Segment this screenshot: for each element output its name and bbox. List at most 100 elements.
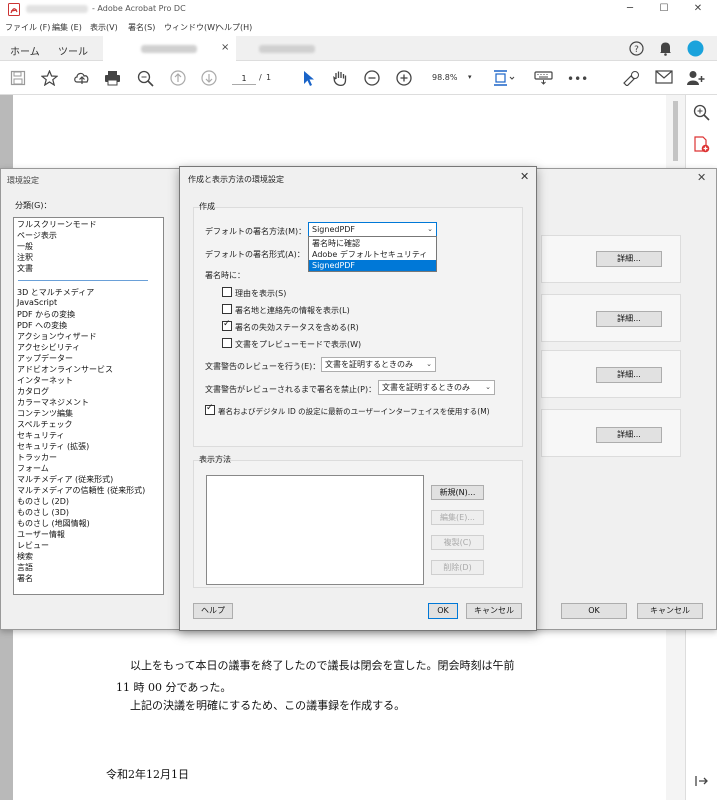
zoom-out-icon[interactable] bbox=[364, 70, 380, 86]
more-tools-icon[interactable]: ••• bbox=[567, 72, 588, 86]
category-item[interactable]: アップデーター bbox=[17, 353, 73, 364]
show-location-checkbox[interactable] bbox=[222, 304, 232, 314]
bookmark-star-icon[interactable] bbox=[41, 70, 58, 86]
category-item[interactable]: 3D とマルチメディア bbox=[17, 287, 94, 298]
menu-window[interactable]: ウィンドウ(W) bbox=[164, 22, 218, 33]
appearance-list[interactable] bbox=[206, 475, 424, 585]
category-item[interactable]: 言語 bbox=[17, 562, 33, 573]
tab-document-active[interactable]: × bbox=[103, 36, 236, 61]
category-item[interactable]: アクセシビリティ bbox=[17, 342, 80, 353]
category-item[interactable]: ページ表示 bbox=[17, 230, 57, 241]
export-pdf-icon[interactable] bbox=[693, 136, 710, 153]
next-page-icon[interactable] bbox=[201, 70, 217, 86]
print-icon[interactable] bbox=[104, 70, 121, 86]
category-item[interactable]: ものさし (3D) bbox=[17, 507, 69, 518]
help-icon[interactable]: ? bbox=[629, 41, 644, 56]
category-item[interactable]: レビュー bbox=[17, 540, 49, 551]
zoom-dropdown-icon[interactable]: ▾ bbox=[468, 73, 472, 81]
maximize-button[interactable]: ☐ bbox=[648, 0, 680, 19]
preferences-close-button[interactable]: ✕ bbox=[697, 171, 706, 184]
category-item[interactable]: フルスクリーンモード bbox=[17, 219, 97, 230]
include-revocation-checkbox[interactable]: ✓ bbox=[222, 319, 232, 331]
add-user-icon[interactable] bbox=[687, 70, 705, 86]
preview-mode-checkbox[interactable] bbox=[222, 338, 232, 348]
category-item[interactable]: アドビオンラインサービス bbox=[17, 364, 113, 375]
copy-appearance-button[interactable]: 複製(C) bbox=[431, 535, 484, 550]
dialog-close-button[interactable]: ✕ bbox=[520, 170, 529, 183]
account-avatar[interactable] bbox=[687, 40, 704, 57]
dropdown-option-selected[interactable]: SignedPDF bbox=[309, 260, 436, 271]
sign-pen-icon[interactable] bbox=[622, 70, 640, 86]
zoom-find-icon[interactable] bbox=[693, 104, 710, 121]
category-item[interactable]: セキュリティ bbox=[17, 430, 65, 441]
minimize-button[interactable]: ─ bbox=[614, 0, 646, 19]
category-item[interactable]: 検索 bbox=[17, 551, 33, 562]
menu-help[interactable]: ヘルプ(H) bbox=[216, 22, 252, 33]
edit-appearance-button[interactable]: 編集(E)... bbox=[431, 510, 484, 525]
show-reason-checkbox[interactable] bbox=[222, 287, 232, 297]
menu-sign[interactable]: 署名(S) bbox=[128, 22, 155, 33]
category-item[interactable]: カタログ bbox=[17, 386, 49, 397]
save-icon[interactable] bbox=[10, 70, 26, 86]
detail-button[interactable]: 詳細... bbox=[596, 367, 662, 383]
menu-edit[interactable]: 編集 (E) bbox=[52, 22, 82, 33]
category-item[interactable]: インターネット bbox=[17, 375, 73, 386]
category-list[interactable]: フルスクリーンモード ページ表示 一般 注釈 文書 3D とマルチメディア Ja… bbox=[13, 217, 164, 595]
category-item[interactable]: 文書 bbox=[17, 263, 33, 274]
category-item[interactable]: ものさし (2D) bbox=[17, 496, 69, 507]
category-scrollbar[interactable]: ⌃ ⌄ bbox=[163, 219, 164, 595]
category-item[interactable]: マルチメディアの信頼性 (従来形式) bbox=[17, 485, 145, 496]
category-item[interactable]: 署名 bbox=[17, 573, 33, 584]
category-item[interactable]: PDF への変換 bbox=[17, 320, 67, 331]
category-item[interactable]: ユーザー情報 bbox=[17, 529, 65, 540]
category-item[interactable]: トラッカー bbox=[17, 452, 57, 463]
fit-page-icon[interactable] bbox=[493, 70, 515, 86]
category-item[interactable]: JavaScript bbox=[17, 298, 57, 307]
preferences-ok-button[interactable]: OK bbox=[561, 603, 627, 619]
signature-method-dropdown[interactable]: 署名時に確認 Adobe デフォルトセキュリティ SignedPDF bbox=[308, 236, 437, 272]
zoom-search-icon[interactable] bbox=[137, 70, 154, 87]
prevent-signing-select[interactable]: 文書を証明するときのみ ⌄ bbox=[378, 380, 495, 395]
tab-document-2[interactable] bbox=[237, 36, 373, 61]
cancel-button[interactable]: キャンセル bbox=[466, 603, 522, 619]
tab-tools[interactable]: ツール bbox=[58, 43, 88, 58]
category-item[interactable]: アクションウィザード bbox=[17, 331, 97, 342]
email-icon[interactable] bbox=[655, 70, 673, 84]
category-item[interactable]: フォーム bbox=[17, 463, 49, 474]
delete-appearance-button[interactable]: 削除(D) bbox=[431, 560, 484, 575]
category-item[interactable]: スペルチェック bbox=[17, 419, 72, 430]
detail-button[interactable]: 詳細... bbox=[596, 251, 662, 267]
category-item[interactable]: カラーマネジメント bbox=[17, 397, 89, 408]
category-item[interactable]: 注釈 bbox=[17, 252, 33, 263]
expand-panel-icon[interactable] bbox=[695, 775, 709, 787]
category-item[interactable]: コンテンツ編集 bbox=[17, 408, 73, 419]
window-close-button[interactable]: ✕ bbox=[682, 0, 714, 19]
keyboard-icon[interactable] bbox=[534, 70, 553, 86]
detail-button[interactable]: 詳細... bbox=[596, 427, 662, 443]
category-item[interactable]: マルチメディア (従来形式) bbox=[17, 474, 113, 485]
zoom-in-icon[interactable] bbox=[396, 70, 412, 86]
preferences-cancel-button[interactable]: キャンセル bbox=[637, 603, 703, 619]
dropdown-option[interactable]: Adobe デフォルトセキュリティ bbox=[309, 249, 436, 260]
default-method-select[interactable]: SignedPDF ⌄ bbox=[308, 222, 437, 237]
category-item[interactable]: PDF からの変換 bbox=[17, 309, 75, 320]
cloud-upload-icon[interactable] bbox=[73, 70, 91, 86]
category-item[interactable]: セキュリティ (拡張) bbox=[17, 441, 89, 452]
menu-view[interactable]: 表示(V) bbox=[90, 22, 118, 33]
latest-ui-checkbox[interactable]: ✓ bbox=[205, 403, 215, 415]
hand-tool-icon[interactable] bbox=[332, 70, 348, 87]
help-button[interactable]: ヘルプ bbox=[193, 603, 233, 619]
tab-close-icon[interactable]: × bbox=[221, 42, 229, 53]
notification-bell-icon[interactable] bbox=[659, 41, 672, 56]
category-item[interactable]: 一般 bbox=[17, 241, 33, 252]
detail-button[interactable]: 詳細... bbox=[596, 311, 662, 327]
category-item[interactable]: ものさし (地図情報) bbox=[17, 518, 90, 529]
previous-page-icon[interactable] bbox=[170, 70, 186, 86]
tab-home[interactable]: ホーム bbox=[10, 43, 40, 58]
page-number-input[interactable]: 1 bbox=[232, 72, 256, 85]
dropdown-option[interactable]: 署名時に確認 bbox=[309, 238, 436, 249]
review-warnings-select[interactable]: 文書を証明するときのみ ⌄ bbox=[321, 357, 436, 372]
ok-button[interactable]: OK bbox=[428, 603, 458, 619]
zoom-level[interactable]: 98.8% bbox=[432, 73, 457, 82]
select-cursor-icon[interactable] bbox=[303, 70, 315, 87]
